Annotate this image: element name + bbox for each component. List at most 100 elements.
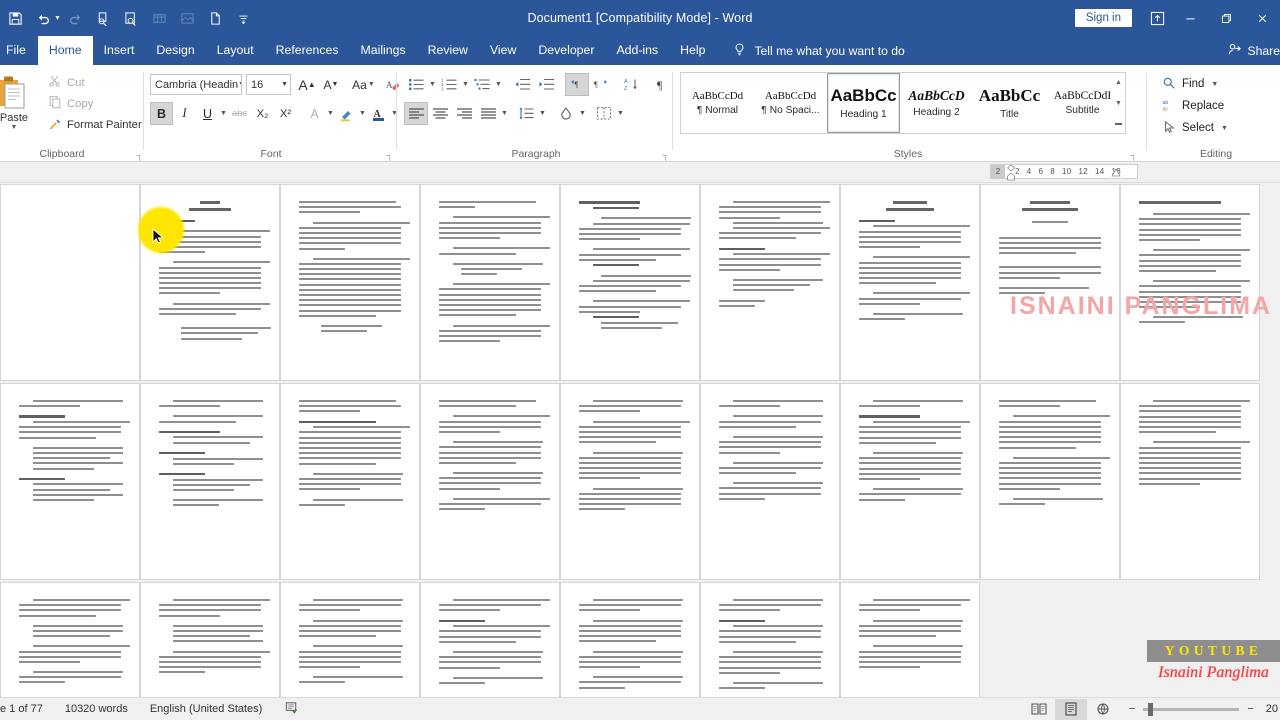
restore-icon[interactable] (1208, 0, 1244, 36)
font-name-combobox[interactable]: Cambria (Headin ▼ (150, 74, 242, 95)
share-button[interactable]: Share (1227, 36, 1280, 65)
document-page[interactable] (700, 582, 840, 697)
justify-icon[interactable] (476, 102, 500, 125)
document-page[interactable] (840, 184, 980, 381)
web-layout-icon[interactable] (1087, 699, 1119, 720)
format-painter-button[interactable]: Format Painter (48, 115, 142, 134)
document-page[interactable] (0, 383, 140, 580)
cut-button[interactable]: Cut (48, 73, 85, 92)
superscript-button[interactable]: X² (274, 102, 297, 125)
numbering-icon[interactable]: 123 (437, 73, 461, 96)
document-page[interactable] (700, 383, 840, 580)
chevron-down-icon[interactable]: ▼ (281, 81, 288, 88)
document-page[interactable] (0, 184, 140, 381)
document-page[interactable] (280, 582, 420, 697)
document-page[interactable] (700, 184, 840, 381)
strikethrough-button[interactable]: abc (228, 102, 251, 125)
minimize-icon[interactable] (1172, 0, 1208, 36)
proofing-errors-icon[interactable] (284, 700, 299, 718)
numbering-dropdown-icon[interactable]: ▼ (461, 81, 470, 88)
document-page[interactable] (840, 582, 980, 697)
align-left-icon[interactable] (404, 102, 428, 125)
document-page[interactable] (420, 383, 560, 580)
zoom-slider[interactable] (1143, 702, 1240, 716)
shrink-font-button[interactable]: A ▼ (320, 74, 342, 95)
highlight-dropdown-icon[interactable]: ▼ (358, 110, 367, 117)
document-page[interactable] (140, 383, 280, 580)
align-right-icon[interactable] (452, 102, 476, 125)
document-page[interactable] (420, 582, 560, 697)
print-layout-icon[interactable] (1054, 698, 1087, 720)
align-center-icon[interactable] (428, 102, 452, 125)
bullets-icon[interactable] (404, 73, 428, 96)
font-color-dropdown-icon[interactable]: ▼ (390, 110, 399, 117)
show-formatting-marks-icon[interactable]: ¶ (649, 73, 673, 96)
underline-dropdown-icon[interactable]: ▼ (219, 110, 228, 117)
ribbon-display-options-icon[interactable] (1142, 0, 1172, 36)
line-spacing-dropdown-icon[interactable]: ▼ (538, 110, 547, 117)
multilevel-list-icon[interactable] (470, 73, 494, 96)
bullets-dropdown-icon[interactable]: ▼ (428, 81, 437, 88)
font-dialog-launcher-icon[interactable]: ┐ (387, 150, 393, 160)
document-page[interactable] (280, 184, 420, 381)
styles-scrollbar[interactable]: ▲ ▼ ▬ (1112, 72, 1126, 134)
document-page[interactable] (0, 582, 140, 697)
chevron-down-icon[interactable]: ▼ (238, 81, 241, 88)
text-highlight-button[interactable] (335, 102, 358, 125)
document-page[interactable] (1120, 383, 1260, 580)
borders-icon[interactable] (592, 102, 616, 125)
tab-references[interactable]: References (265, 36, 350, 65)
sort-icon[interactable]: AZ (620, 73, 644, 96)
zoom-percentage[interactable]: 20 (1262, 703, 1278, 715)
line-spacing-icon[interactable] (514, 102, 538, 125)
read-mode-icon[interactable] (1023, 699, 1055, 720)
document-page[interactable] (140, 582, 280, 697)
borders-dropdown-icon[interactable]: ▼ (616, 110, 625, 117)
find-dropdown-icon[interactable]: ▼ (1210, 81, 1219, 88)
page-indicator[interactable]: e 1 of 77 (0, 703, 43, 715)
tab-developer[interactable]: Developer (527, 36, 605, 65)
ltr-text-direction-icon[interactable]: ¶ (565, 73, 589, 96)
document-page[interactable] (980, 383, 1120, 580)
tab-help[interactable]: Help (669, 36, 716, 65)
tab-addins[interactable]: Add-ins (605, 36, 669, 65)
shading-icon[interactable] (554, 102, 578, 125)
tab-design[interactable]: Design (145, 36, 205, 65)
style-normal[interactable]: AaBbCcDd ¶ Normal (681, 73, 754, 133)
decrease-indent-icon[interactable] (510, 73, 534, 96)
document-page[interactable] (1120, 184, 1260, 381)
rtl-text-direction-icon[interactable]: ¶ (589, 73, 613, 96)
tab-review[interactable]: Review (417, 36, 479, 65)
italic-button[interactable]: I (173, 102, 196, 125)
tab-file[interactable]: File (0, 36, 38, 65)
indent-marker-right-icon[interactable] (1111, 168, 1121, 179)
change-case-button[interactable]: Aa ▼ (349, 74, 379, 95)
text-effects-dropdown-icon[interactable]: ▼ (326, 110, 335, 117)
multilevel-dropdown-icon[interactable]: ▼ (494, 81, 503, 88)
style-heading-1[interactable]: AaBbCc Heading 1 (827, 73, 900, 133)
word-count[interactable]: 10320 words (65, 703, 128, 715)
style-title[interactable]: AaBbCc Title (973, 73, 1046, 133)
tell-me-search[interactable]: Tell me what you want to do (716, 36, 905, 65)
tab-mailings[interactable]: Mailings (350, 36, 417, 65)
find-button[interactable]: Find ▼ (1162, 74, 1219, 94)
document-page[interactable] (280, 383, 420, 580)
zoom-in-button[interactable]: − (1247, 703, 1253, 715)
styles-dialog-launcher-icon[interactable]: ┐ (1131, 150, 1137, 160)
increase-indent-icon[interactable] (534, 73, 558, 96)
text-effects-button[interactable]: A (303, 102, 326, 125)
document-page[interactable] (560, 383, 700, 580)
bold-button[interactable]: B (150, 102, 173, 125)
select-dropdown-icon[interactable]: ▼ (1220, 125, 1229, 132)
font-size-combobox[interactable]: 16 ▼ (246, 74, 291, 95)
tab-layout[interactable]: Layout (206, 36, 265, 65)
indent-marker-left-icon[interactable] (1006, 164, 1016, 183)
styles-scroll-up-icon[interactable]: ▲ (1115, 73, 1122, 92)
shading-dropdown-icon[interactable]: ▼ (578, 110, 587, 117)
close-icon[interactable] (1244, 0, 1280, 36)
document-page[interactable] (560, 582, 700, 697)
subscript-button[interactable]: X₂ (251, 102, 274, 125)
document-page[interactable] (420, 184, 560, 381)
copy-button[interactable]: Copy (48, 94, 93, 113)
style-no-spacing[interactable]: AaBbCcDd ¶ No Spaci... (754, 73, 827, 133)
